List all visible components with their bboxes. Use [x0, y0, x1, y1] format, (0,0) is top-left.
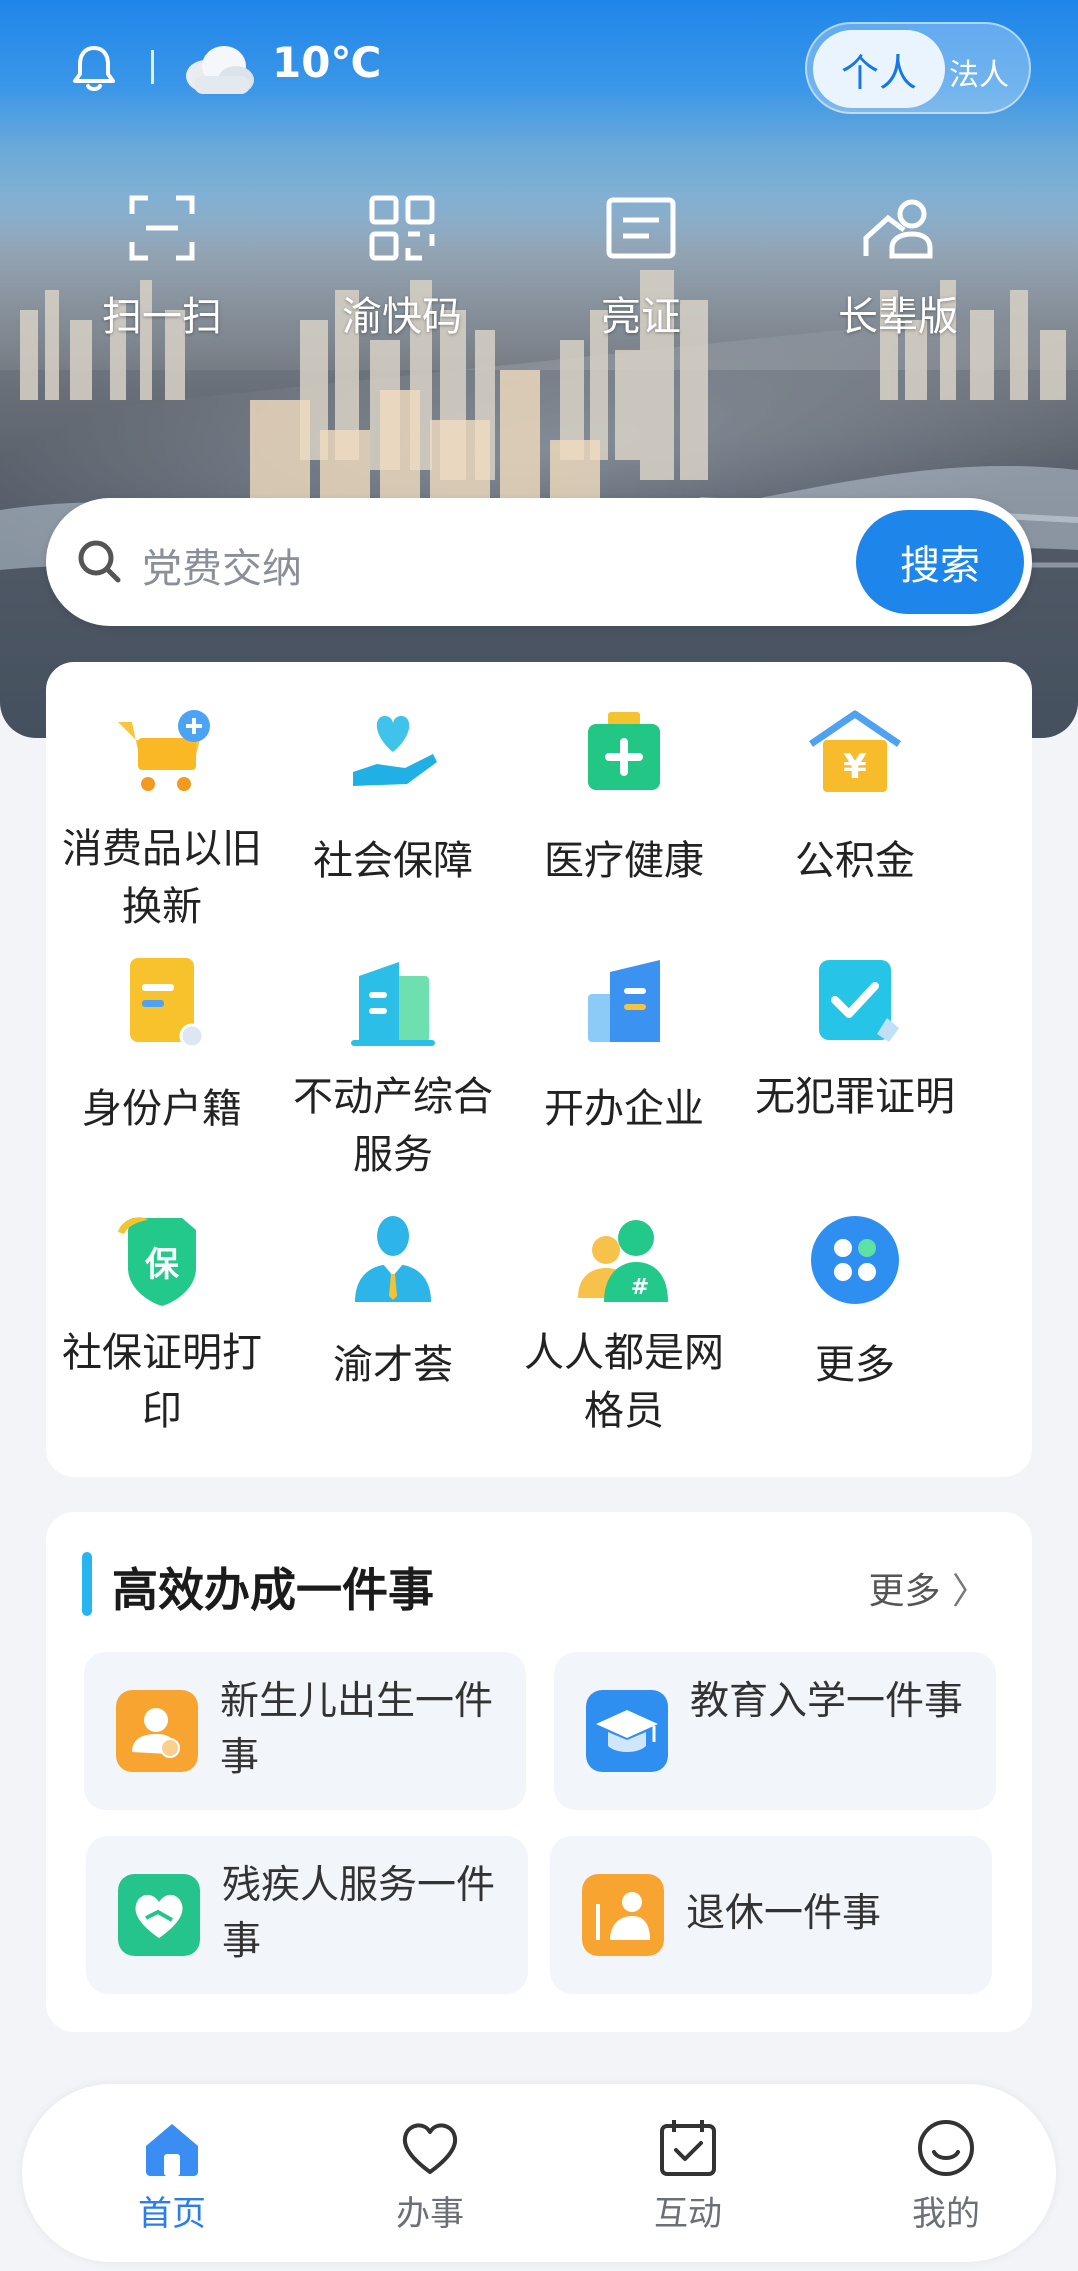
- service-trade-in[interactable]: 消费品以旧换新: [46, 706, 278, 936]
- search-input[interactable]: 党费交纳: [142, 536, 302, 594]
- id-document-icon: [130, 958, 205, 1049]
- grid-member-icon: #: [578, 1220, 668, 1302]
- service-no-crime-certificate[interactable]: 无犯罪证明: [739, 954, 971, 1126]
- efficient-item-label: 教育入学一件事: [690, 1679, 964, 1724]
- building-icon: [351, 962, 435, 1046]
- cloud-weather-icon: [186, 46, 254, 94]
- service-label: 医疗健康: [544, 838, 704, 884]
- nav-label: 互动: [654, 2194, 722, 2234]
- service-label: 不动产综合服务: [293, 1074, 493, 1178]
- service-label: 公积金: [795, 838, 915, 884]
- certificate-check-icon: [819, 960, 899, 1042]
- home-icon: [146, 2124, 198, 2176]
- nav-profile[interactable]: 我的: [856, 2116, 1036, 2235]
- role-personal-tab[interactable]: 个人: [813, 30, 945, 108]
- svg-text:¥: ¥: [843, 747, 867, 787]
- nav-label: 我的: [912, 2194, 980, 2234]
- nav-label: 办事: [396, 2194, 464, 2234]
- bottom-nav: 首页 办事 互动 我的: [22, 2084, 1056, 2262]
- heart-icon: [402, 2123, 458, 2174]
- section-title: 高效办成一件事: [112, 1563, 434, 1617]
- quick-label: 扫一扫: [102, 294, 222, 340]
- service-housing-fund[interactable]: ¥ 公积金: [739, 706, 971, 890]
- services-card: 消费品以旧换新 社会保障 医疗健康 ¥ 公积金 身份户籍 不动产综合服务 开办企…: [46, 662, 1032, 1477]
- efficient-item-education[interactable]: 教育入学一件事: [554, 1652, 996, 1810]
- service-enterprise[interactable]: 开办企业: [508, 954, 740, 1138]
- search-bar[interactable]: 党费交纳 搜索: [46, 498, 1032, 626]
- service-more[interactable]: 更多: [739, 1210, 971, 1394]
- service-label: 消费品以旧换新: [62, 826, 262, 930]
- service-identity[interactable]: 身份户籍: [46, 954, 278, 1138]
- service-label: 渝才荟: [333, 1342, 453, 1388]
- more-label: 更多: [868, 1571, 941, 1612]
- efficient-item-retirement[interactable]: 退休一件事: [550, 1836, 992, 1994]
- svg-text:保: 保: [145, 1245, 180, 1285]
- quick-label: 渝快码: [342, 294, 462, 340]
- temperature: 10℃: [272, 38, 382, 87]
- service-label: 更多: [815, 1342, 895, 1388]
- quick-id-card[interactable]: 亮证: [541, 190, 741, 342]
- talent-person-icon: [355, 1216, 431, 1302]
- quick-qrcode[interactable]: 渝快码: [302, 190, 502, 342]
- efficient-item-label: 新生儿出生一件事: [220, 1679, 494, 1780]
- service-talent[interactable]: 渝才荟: [277, 1210, 509, 1394]
- service-grid-member[interactable]: # 人人都是网格员: [508, 1210, 740, 1440]
- efficient-item-disability[interactable]: 残疾人服务一件事: [86, 1836, 528, 1994]
- newborn-icon: [116, 1690, 198, 1772]
- hero-banner: 10℃ 个人 法人 扫一扫 渝快码 亮证 长辈版 党费交纳 搜索: [0, 0, 1078, 738]
- service-label: 开办企业: [544, 1086, 704, 1132]
- elder-icon: [863, 199, 933, 259]
- scan-icon: [129, 195, 195, 261]
- service-medical[interactable]: 医疗健康: [508, 706, 740, 890]
- graduation-cap-icon: [586, 1690, 668, 1772]
- nav-interaction[interactable]: 互动: [598, 2116, 778, 2235]
- search-button[interactable]: 搜索: [856, 510, 1024, 614]
- role-legal-tab[interactable]: 法人: [949, 50, 1009, 94]
- role-switch[interactable]: 个人 法人: [805, 22, 1031, 114]
- efficient-item-newborn[interactable]: 新生儿出生一件事: [84, 1652, 526, 1810]
- efficient-card: 高效办成一件事 更多 〉 新生儿出生一件事 教育入学一件事 残疾人服务一件事 退…: [46, 1512, 1032, 2032]
- smile-icon: [918, 2120, 974, 2176]
- service-social-security[interactable]: 社会保障: [277, 706, 509, 890]
- service-label: 身份户籍: [82, 1086, 242, 1132]
- service-label: 社保证明打印: [62, 1330, 262, 1434]
- service-social-insurance-print[interactable]: 保 社保证明打印: [46, 1210, 278, 1440]
- nav-home[interactable]: 首页: [82, 2116, 262, 2235]
- top-bar: 10℃ 个人 法人: [0, 0, 1078, 140]
- search-icon: [78, 540, 121, 583]
- cart-plus-icon: [118, 710, 210, 791]
- quick-label: 亮证: [601, 294, 681, 340]
- chevron-right-icon: 〉: [951, 1571, 988, 1612]
- more-link[interactable]: 更多 〉: [869, 1562, 988, 1614]
- svg-text:#: #: [631, 1275, 649, 1300]
- disability-heart-icon: [118, 1874, 200, 1956]
- efficient-item-label: 残疾人服务一件事: [222, 1863, 496, 1964]
- more-apps-icon: [811, 1216, 899, 1304]
- quick-label: 长辈版: [838, 294, 958, 340]
- service-real-estate[interactable]: 不动产综合服务: [277, 954, 509, 1184]
- heart-hand-icon: [353, 716, 437, 786]
- shield-bao-icon: 保: [118, 1217, 196, 1306]
- retirement-icon: [582, 1874, 664, 1956]
- nav-services[interactable]: 办事: [340, 2116, 520, 2235]
- id-card-icon: [606, 197, 676, 259]
- bell-icon[interactable]: [66, 40, 122, 96]
- section-accent-bar: [82, 1552, 92, 1616]
- quick-scan[interactable]: 扫一扫: [62, 190, 262, 342]
- calendar-check-icon: [660, 2120, 716, 2176]
- medical-kit-icon: [588, 712, 660, 790]
- divider: [151, 50, 154, 84]
- qrcode-icon: [369, 195, 435, 261]
- quick-elder[interactable]: 长辈版: [798, 190, 998, 342]
- service-label: 无犯罪证明: [755, 1074, 955, 1120]
- enterprise-icon: [588, 960, 660, 1042]
- nav-label: 首页: [138, 2194, 206, 2234]
- service-label: 社会保障: [313, 838, 473, 884]
- house-yen-icon: ¥: [809, 710, 901, 792]
- service-label: 人人都是网格员: [524, 1330, 724, 1434]
- efficient-item-label: 退休一件事: [686, 1891, 882, 1936]
